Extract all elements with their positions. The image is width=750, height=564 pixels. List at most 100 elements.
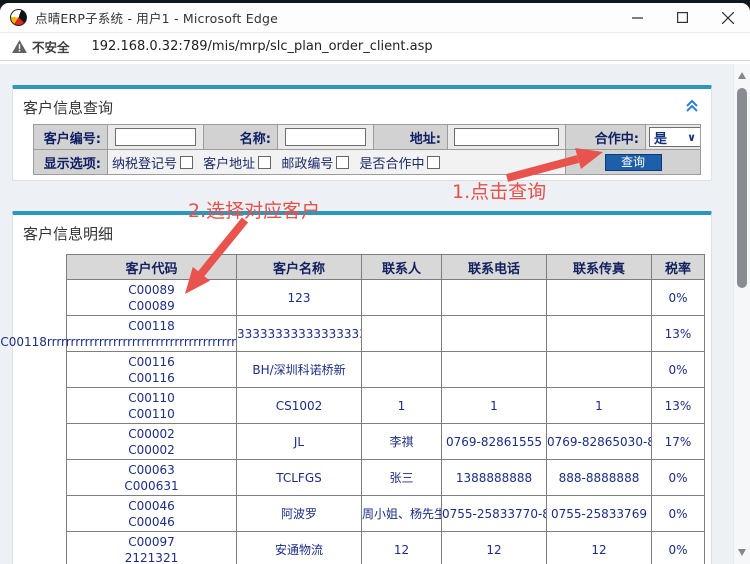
customer-code-cell[interactable]: C00110 C00110 [67, 388, 237, 424]
display-option-label: 邮政编号 [281, 153, 333, 172]
contact-cell [362, 280, 442, 316]
customer-name-cell[interactable]: 123 [237, 280, 362, 316]
display-options: 纳税登记号 客户地址 邮政编号 是否合作中 [108, 150, 566, 175]
window-title: 点晴ERP子系统 - 用户1 - Microsoft Edge [35, 8, 278, 27]
table-row[interactable]: C00118 C00118rrrrrrrrrrrrrrrrrrrrrrrrrrr… [67, 316, 705, 352]
display-option-label: 纳税登记号 [112, 153, 177, 172]
partner-select[interactable]: 是 ∨ [649, 127, 701, 147]
address-input[interactable] [454, 128, 558, 146]
customer-name-cell[interactable]: BH/深圳科诺桥新 [237, 352, 362, 388]
fax-cell [547, 316, 652, 352]
contact-cell: 12 [362, 532, 442, 564]
tax-rate-cell: 13% [652, 388, 705, 424]
customer-name-cell[interactable]: 阿波罗 [237, 496, 362, 532]
scroll-up-icon[interactable] [738, 72, 746, 79]
customer-table: 客户代码 客户名称 联系人 联系电话 联系传真 税率 C00089 C00089… [66, 254, 705, 564]
customer-name-cell[interactable]: CS1002 [237, 388, 362, 424]
scroll-down-icon[interactable] [738, 549, 746, 556]
contact-cell: 1 [362, 388, 442, 424]
titlebar: 点晴ERP子系统 - 用户1 - Microsoft Edge [0, 3, 750, 33]
chevron-double-up-icon[interactable] [685, 99, 699, 113]
maximize-button[interactable] [660, 3, 705, 32]
display-option: 邮政编号 [281, 153, 349, 172]
fax-cell: 0769-82865030-880 [547, 424, 652, 460]
display-option: 客户地址 [203, 153, 271, 172]
browser-window: 点晴ERP子系统 - 用户1 - Microsoft Edge 不安全 192.… [0, 3, 750, 564]
scrollbar-thumb[interactable] [737, 88, 747, 288]
display-option-checkbox[interactable] [258, 156, 271, 169]
tax-rate-cell: 0% [652, 352, 705, 388]
table-row[interactable]: C00097 2121321 安通物流 12 12 12 0% [67, 532, 705, 564]
fax-cell: 12 [547, 532, 652, 564]
fax-cell [547, 280, 652, 316]
warning-icon [12, 40, 27, 53]
customer-no-input[interactable] [115, 128, 195, 146]
fax-cell: 888-8888888 [547, 460, 652, 496]
tax-rate-cell: 0% [652, 496, 705, 532]
tax-rate-cell: 0% [652, 532, 705, 564]
table-body: C00089 C00089 123 0% C00118 C00118rrrrrr… [67, 280, 705, 564]
customer-code-cell[interactable]: C00116 C00116 [67, 352, 237, 388]
customer-code-cell[interactable]: C00046 C00046 [67, 496, 237, 532]
contact-cell: 张三 [362, 460, 442, 496]
customer-code-cell[interactable]: C00063 C000631 [67, 460, 237, 496]
fax-cell: 0755-25833769 [547, 496, 652, 532]
close-button[interactable] [705, 3, 750, 32]
annotation-arrow-to-row [175, 216, 255, 300]
customer-code-cell[interactable]: C00097 2121321 [67, 532, 237, 564]
col-fax: 联系传真 [547, 255, 652, 280]
table-row[interactable]: C00116 C00116 BH/深圳科诺桥新 0% [67, 352, 705, 388]
address-label: 地址: [374, 125, 448, 150]
table-row[interactable]: C00002 C00002 JL 李祺 0769-82861555 0769-8… [67, 424, 705, 460]
phone-cell: 1388888888 [442, 460, 547, 496]
customer-name-cell[interactable]: 安通物流 [237, 532, 362, 564]
close-icon [722, 12, 734, 24]
col-tax-rate: 税率 [652, 255, 705, 280]
tax-rate-cell: 0% [652, 460, 705, 496]
phone-cell: 12 [442, 532, 547, 564]
customer-no-label: 客户编号: [34, 125, 108, 150]
display-option-label: 客户地址 [203, 153, 255, 172]
customer-name-cell[interactable]: 333333333333333333333 [237, 316, 362, 352]
phone-cell: 0769-82861555 [442, 424, 547, 460]
display-option: 纳税登记号 [112, 153, 193, 172]
security-status[interactable]: 不安全 [32, 37, 70, 56]
vertical-scrollbar[interactable] [733, 64, 750, 564]
customer-code-cell[interactable]: C00118 C00118rrrrrrrrrrrrrrrrrrrrrrrrrrr… [67, 316, 237, 352]
table-row[interactable]: C00110 C00110 CS1002 1 1 1 13% [67, 388, 705, 424]
col-phone: 联系电话 [442, 255, 547, 280]
col-customer-name: 客户名称 [237, 255, 362, 280]
display-option: 是否合作中 [359, 153, 440, 172]
contact-cell [362, 316, 442, 352]
table-row[interactable]: C00063 C000631 TCLFGS 张三 1388888888 888-… [67, 460, 705, 496]
display-option-checkbox[interactable] [427, 156, 440, 169]
customer-name-cell[interactable]: TCLFGS [237, 460, 362, 496]
contact-cell [362, 352, 442, 388]
detail-panel-title: 客户信息明细 [13, 215, 711, 250]
query-panel-title: 客户信息查询 [13, 89, 711, 124]
contact-cell: 李祺 [362, 424, 442, 460]
customer-name-cell[interactable]: JL [237, 424, 362, 460]
name-label: 名称: [204, 125, 278, 150]
detail-panel: 客户信息明细 客户代码 客户名称 联系人 联系电话 联系传真 税率 C00089… [12, 211, 712, 564]
tax-rate-cell: 0% [652, 280, 705, 316]
phone-cell: 0755-25833770-860 [442, 496, 547, 532]
tax-rate-cell: 17% [652, 424, 705, 460]
search-button[interactable]: 查询 [605, 154, 662, 171]
customer-code-cell[interactable]: C00002 C00002 [67, 424, 237, 460]
chevron-down-icon: ∨ [687, 131, 696, 144]
app-logo-icon [10, 9, 27, 26]
name-input[interactable] [285, 128, 365, 146]
display-option-checkbox[interactable] [336, 156, 349, 169]
fax-cell [547, 352, 652, 388]
phone-cell: 1 [442, 388, 547, 424]
display-options-label: 显示选项: [34, 150, 108, 175]
annotation-arrow-to-search [505, 146, 605, 184]
partner-select-value: 是 [654, 128, 667, 147]
minimize-button[interactable] [615, 3, 660, 32]
url-text[interactable]: 192.168.0.32:789/mis/mrp/slc_plan_order_… [92, 39, 433, 54]
table-row[interactable]: C00089 C00089 123 0% [67, 280, 705, 316]
phone-cell [442, 316, 547, 352]
table-row[interactable]: C00046 C00046 阿波罗 周小姐、杨先生 0755-25833770-… [67, 496, 705, 532]
display-option-checkbox[interactable] [180, 156, 193, 169]
